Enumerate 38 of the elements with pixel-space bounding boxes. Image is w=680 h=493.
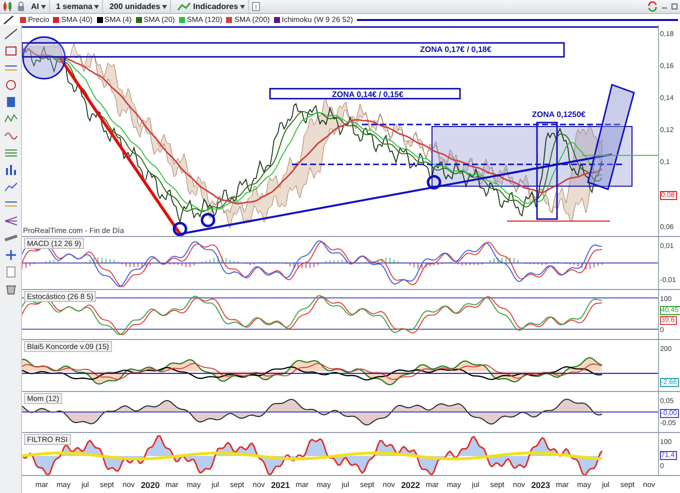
grid-tool-icon[interactable]: [4, 147, 18, 159]
caret-icon: [41, 4, 46, 8]
lock-icon[interactable]: [17, 1, 25, 12]
symbol-dropdown[interactable]: AI: [28, 0, 50, 13]
candlestick-icon[interactable]: [2, 1, 14, 12]
zone-label: ZONA 0,17€ / 0,18€: [420, 45, 492, 54]
circle-marker: [22, 36, 66, 80]
date-label: 2021: [270, 480, 291, 490]
units-dropdown[interactable]: 200 unidades: [106, 0, 172, 13]
caret-icon: [162, 4, 168, 8]
trend-tool-icon[interactable]: [4, 181, 18, 193]
circle-marker: [426, 175, 442, 190]
date-label: 2022: [400, 480, 421, 490]
ruler-icon[interactable]: [4, 232, 18, 244]
info-icon[interactable]: [252, 2, 260, 11]
bars-tool-icon[interactable]: [4, 164, 18, 176]
rectangle-tool-icon[interactable]: [4, 45, 18, 57]
date-label: 2023: [530, 480, 552, 490]
curve-tool-icon[interactable]: [4, 130, 18, 142]
caret-icon: [94, 4, 100, 8]
maximize-icon[interactable]: [671, 2, 678, 11]
zone-label: ZONA 0,14€ / 0,15€: [332, 90, 404, 99]
period-dropdown[interactable]: 1 semana: [53, 0, 104, 13]
pencil-icon[interactable]: [2, 14, 16, 24]
zone-label: ZONA 0,1250€: [532, 110, 586, 119]
fork-tool-icon[interactable]: [4, 215, 18, 227]
indicators-button[interactable]: Indicadores: [174, 0, 250, 13]
line-tool-icon[interactable]: [4, 28, 18, 40]
chart-icon: [177, 2, 192, 12]
caret-icon: [240, 4, 246, 8]
move-icon[interactable]: [4, 249, 18, 261]
document-icon[interactable]: [4, 266, 18, 278]
zigzag-tool-icon[interactable]: [4, 113, 18, 125]
refresh-icon[interactable]: [647, 1, 658, 12]
circle-marker: [200, 212, 216, 228]
date-label: 2020: [140, 480, 161, 490]
trash-icon[interactable]: [4, 283, 18, 295]
circle-tool-icon[interactable]: [4, 79, 18, 91]
